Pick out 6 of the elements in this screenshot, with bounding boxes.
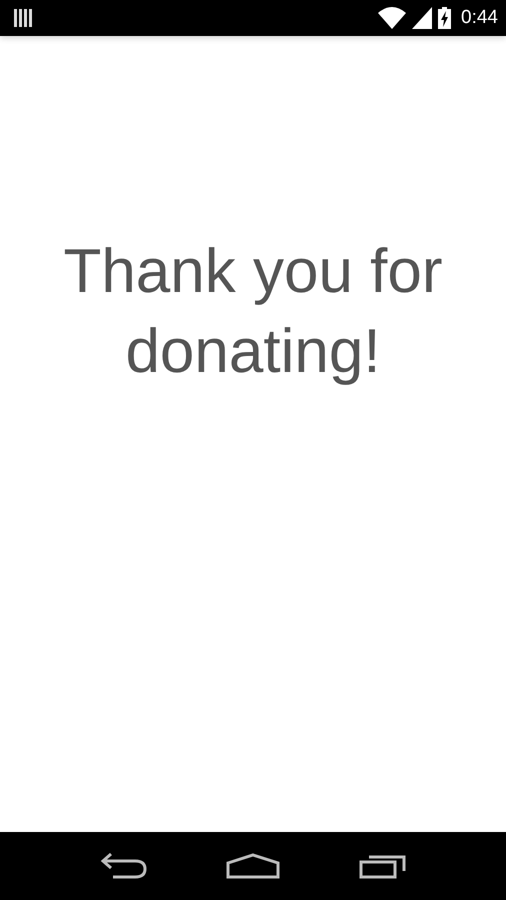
signal-icon: [412, 7, 432, 29]
clock-time: 0:44: [461, 7, 498, 29]
battery-charging-icon: [438, 7, 452, 29]
wifi-icon: [378, 7, 406, 29]
thank-you-message: Thank you for donating!: [62, 236, 444, 388]
notification-icon: [14, 9, 32, 27]
